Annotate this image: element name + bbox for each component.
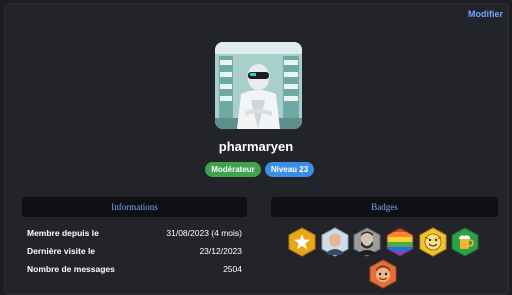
info-label: Membre depuis le (27, 228, 99, 238)
cartoon-face-badge-icon[interactable] (369, 259, 397, 289)
pharmacist-astronaut-image (215, 42, 302, 129)
bearded-man-badge-icon[interactable] (353, 227, 381, 257)
info-row-message-count: Nombre de messages 2504 (27, 264, 242, 276)
info-label: Dernière visite le (27, 246, 96, 256)
man-portrait-badge-icon[interactable] (321, 227, 349, 257)
edit-profile-link[interactable]: Modifier (468, 9, 503, 19)
badges-header: Badges (271, 197, 498, 217)
smiling-face-badge-icon[interactable] (419, 227, 447, 257)
info-label: Nombre de messages (27, 264, 115, 274)
info-row-last-visit: Dernière visite le 23/12/2023 (27, 246, 242, 258)
rainbow-badge-icon[interactable] (386, 227, 414, 257)
info-value: 31/08/2023 (4 mois) (166, 228, 242, 238)
profile-avatar (215, 42, 302, 129)
informations-header: Informations (22, 197, 247, 217)
info-value: 2504 (223, 264, 242, 274)
star-badge-icon[interactable] (288, 227, 316, 257)
level-badge: Niveau 23 (265, 162, 314, 177)
username: pharmaryen (218, 139, 294, 154)
moderator-badge: Modérateur (205, 162, 261, 177)
beer-mug-badge-icon[interactable] (451, 227, 479, 257)
info-value: 23/12/2023 (199, 246, 242, 256)
info-row-member-since: Membre depuis le 31/08/2023 (4 mois) (27, 228, 242, 240)
